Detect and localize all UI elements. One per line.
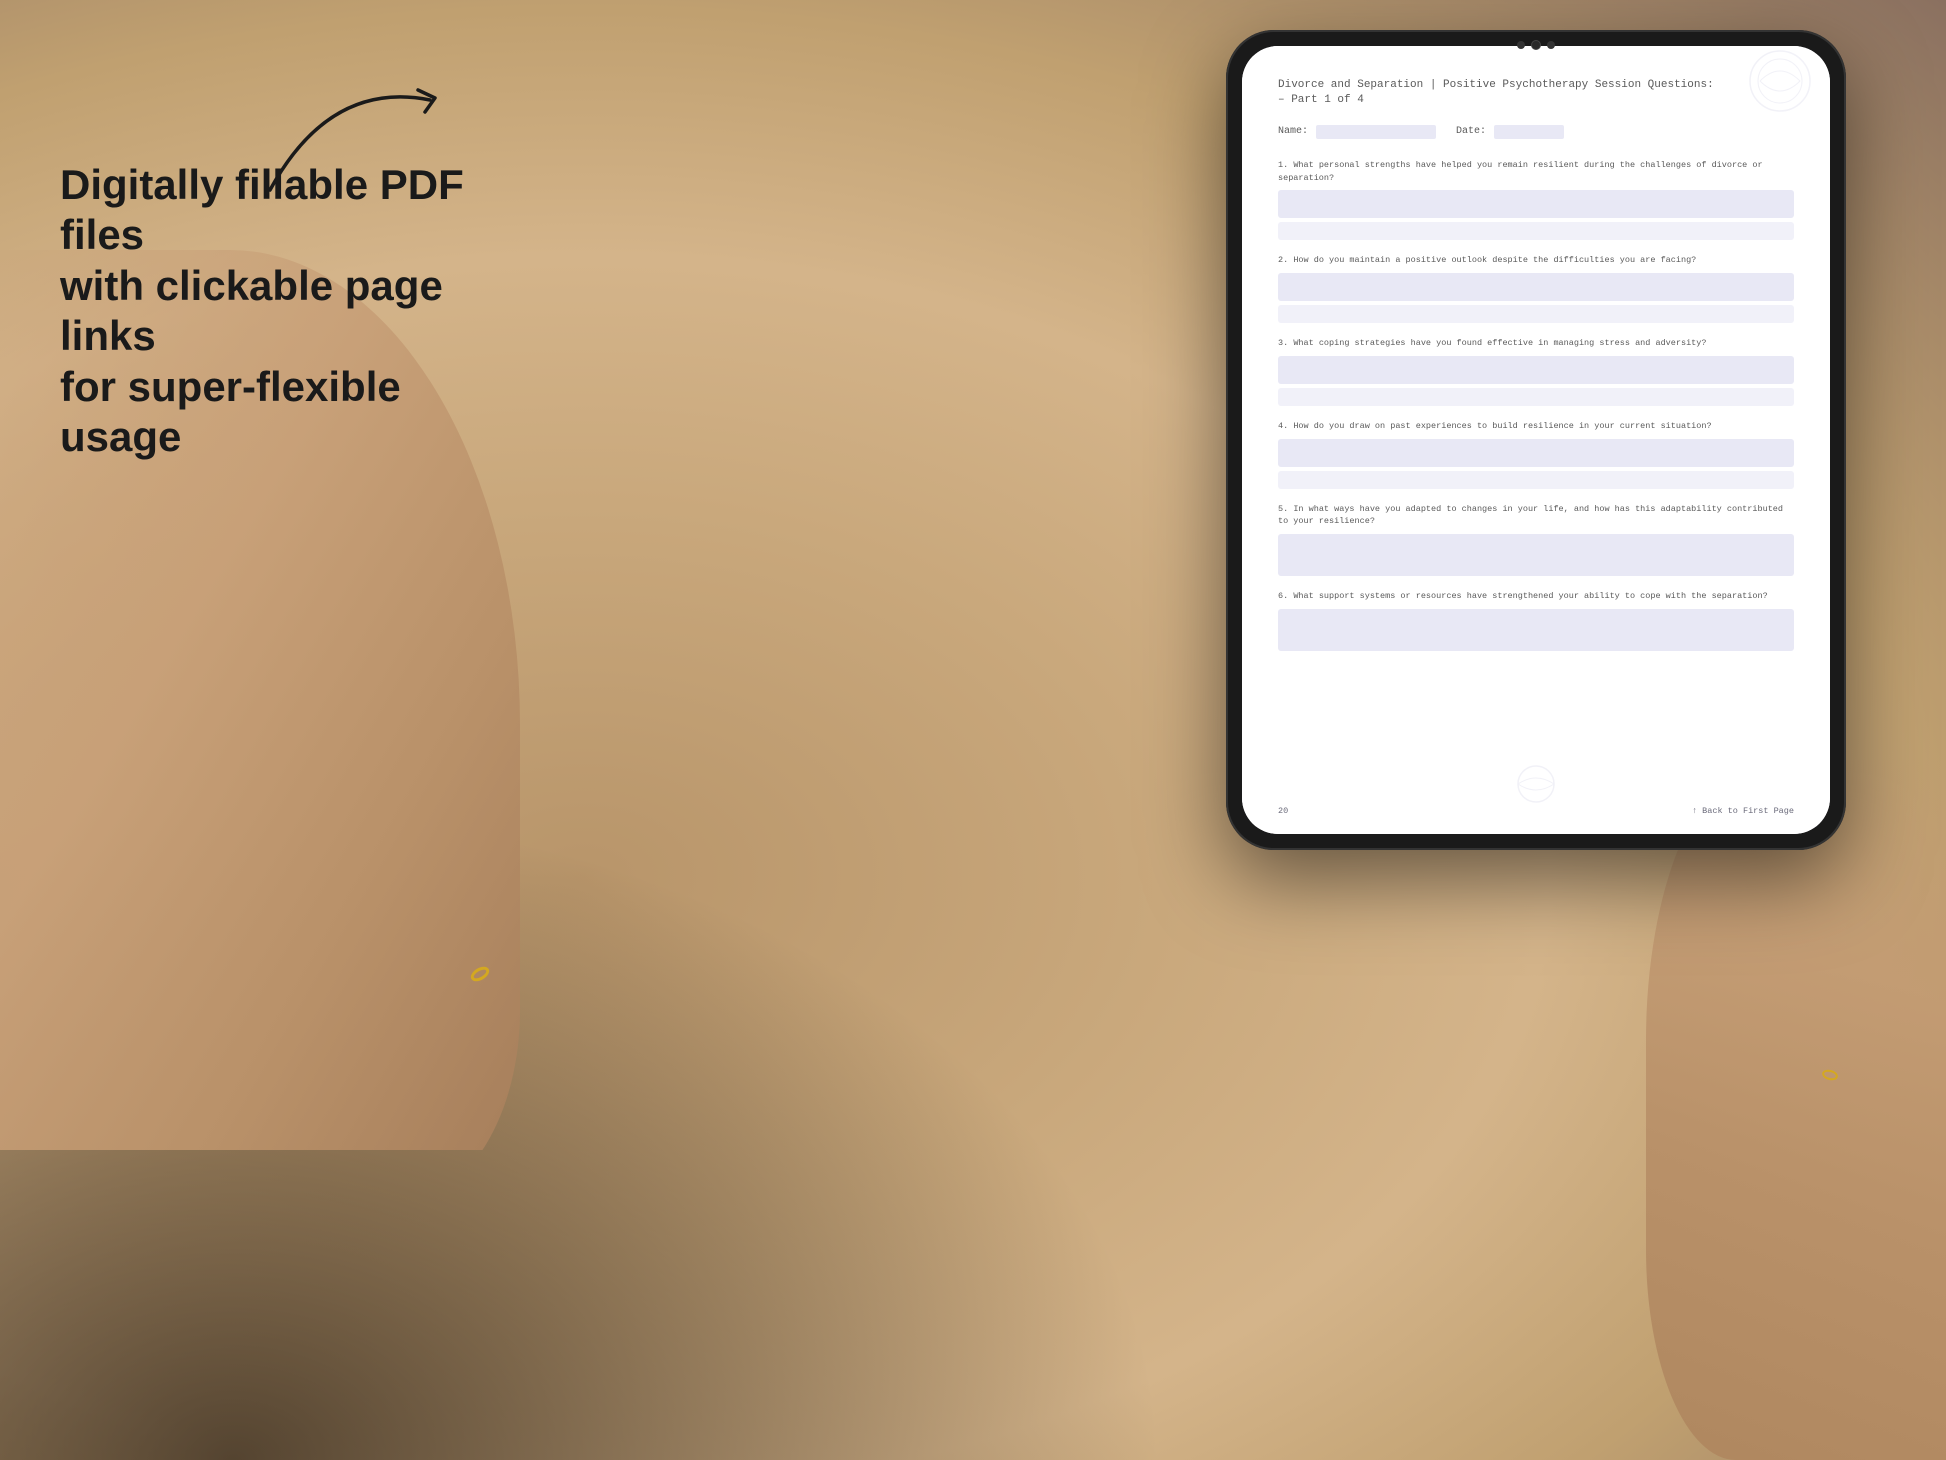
pdf-answer-3b[interactable]: [1278, 388, 1794, 406]
pdf-question-1-text: 1. What personal strengths have helped y…: [1278, 159, 1794, 185]
pdf-name-date-row: Name: Date:: [1278, 125, 1794, 139]
pdf-question-1: 1. What personal strengths have helped y…: [1278, 159, 1794, 241]
pdf-answer-3[interactable]: [1278, 356, 1794, 384]
camera-dot-1: [1517, 41, 1525, 49]
pdf-question-2: 2. How do you maintain a positive outloo…: [1278, 254, 1794, 323]
pdf-name-field[interactable]: [1316, 125, 1436, 139]
pdf-answer-2[interactable]: [1278, 273, 1794, 301]
pdf-date-label: Date:: [1456, 126, 1486, 137]
watermark-bottom: [1476, 764, 1596, 804]
pdf-question-3: 3. What coping strategies have you found…: [1278, 337, 1794, 406]
tablet-camera: [1517, 40, 1555, 50]
pdf-question-5-text: 5. In what ways have you adapted to chan…: [1278, 503, 1794, 529]
pdf-title-line2: – Part 1 of 4: [1278, 94, 1364, 106]
pdf-question-2-text: 2. How do you maintain a positive outloo…: [1278, 254, 1794, 267]
pdf-question-6: 6. What support systems or resources hav…: [1278, 590, 1794, 651]
pdf-page-number: 20: [1278, 806, 1288, 816]
pdf-footer: 20 ↑ Back to First Page: [1278, 806, 1794, 816]
tablet: Divorce and Separation | Positive Psycho…: [1226, 30, 1846, 850]
marketing-text: Digitally fillable PDF files with clicka…: [60, 160, 480, 462]
pdf-answer-6[interactable]: [1278, 609, 1794, 651]
pdf-date-field[interactable]: [1494, 125, 1564, 139]
hand-right-area: [1646, 760, 1946, 1460]
pdf-answer-2b[interactable]: [1278, 305, 1794, 323]
pdf-question-4-text: 4. How do you draw on past experiences t…: [1278, 420, 1794, 433]
tagline: Digitally fillable PDF files with clicka…: [60, 160, 480, 462]
camera-dot-2: [1547, 41, 1555, 49]
pdf-answer-1b[interactable]: [1278, 222, 1794, 240]
pdf-page: Divorce and Separation | Positive Psycho…: [1242, 46, 1830, 834]
pdf-answer-4b[interactable]: [1278, 471, 1794, 489]
pdf-title-line1: Divorce and Separation | Positive Psycho…: [1278, 79, 1714, 91]
pdf-answer-4[interactable]: [1278, 439, 1794, 467]
hand-skin-right: [1646, 760, 1946, 1460]
pdf-question-5: 5. In what ways have you adapted to chan…: [1278, 503, 1794, 577]
pdf-title: Divorce and Separation | Positive Psycho…: [1278, 78, 1794, 109]
watermark-top-right: [1730, 46, 1830, 116]
tagline-line1: Digitally fillable PDF files: [60, 161, 464, 258]
pdf-question-4: 4. How do you draw on past experiences t…: [1278, 420, 1794, 489]
pdf-answer-1[interactable]: [1278, 190, 1794, 218]
pdf-question-6-text: 6. What support systems or resources hav…: [1278, 590, 1794, 603]
tagline-line2: with clickable page links: [60, 262, 443, 359]
pdf-answer-5[interactable]: [1278, 534, 1794, 576]
tablet-frame: Divorce and Separation | Positive Psycho…: [1226, 30, 1846, 850]
camera-lens: [1531, 40, 1541, 50]
pdf-back-link[interactable]: ↑ Back to First Page: [1692, 806, 1794, 816]
tagline-line3: for super-flexible usage: [60, 363, 401, 460]
pdf-question-3-text: 3. What coping strategies have you found…: [1278, 337, 1794, 350]
tablet-screen: Divorce and Separation | Positive Psycho…: [1242, 46, 1830, 834]
pdf-name-label: Name:: [1278, 126, 1308, 137]
